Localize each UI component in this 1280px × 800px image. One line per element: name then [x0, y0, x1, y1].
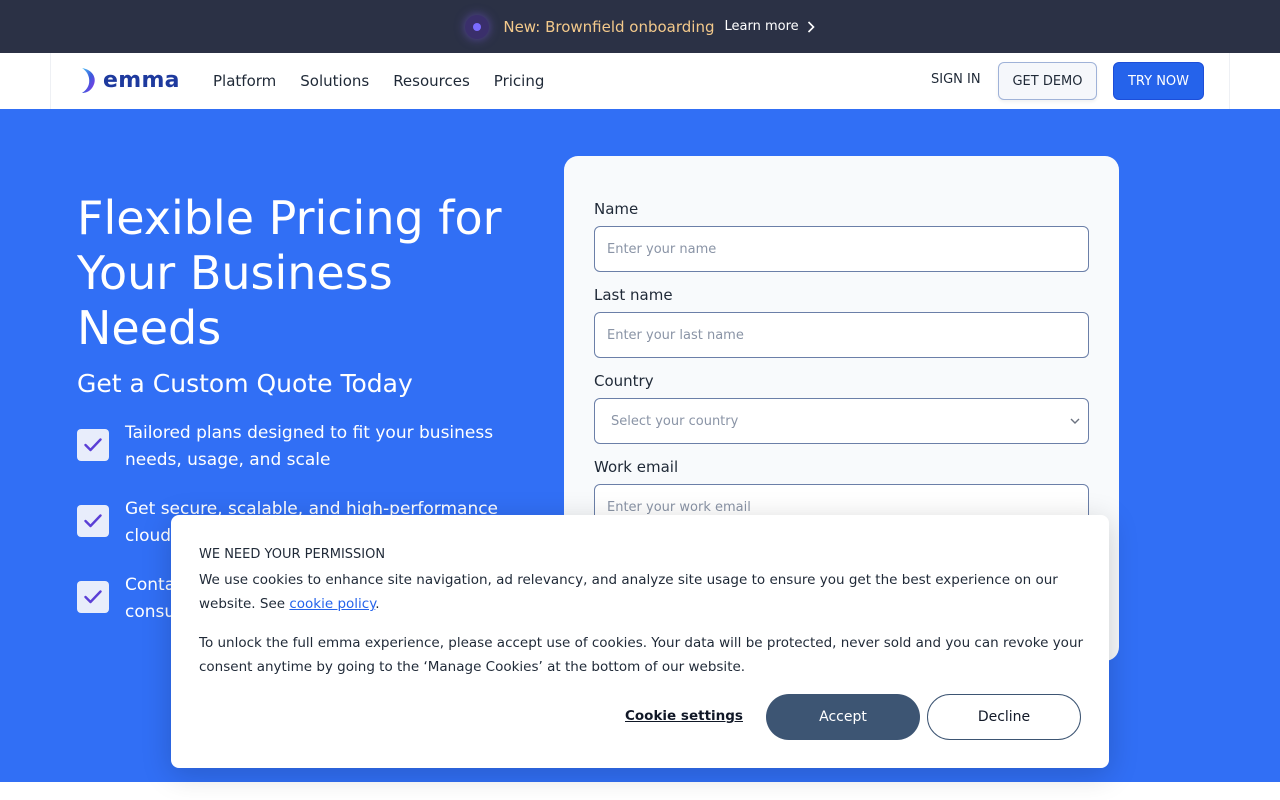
feature-item: Tailored plans designed to fit your busi…: [77, 420, 527, 480]
name-label: Name: [594, 200, 639, 218]
country-select[interactable]: Select your country: [594, 398, 1089, 444]
country-select-value: Select your country: [611, 413, 739, 429]
checkmark-icon: [77, 505, 109, 537]
last-name-field[interactable]: Enter your last name: [594, 312, 1089, 358]
chevron-right-icon: [807, 20, 815, 33]
work-email-label: Work email: [594, 458, 679, 476]
chevron-down-icon: [1070, 418, 1080, 424]
announcement-text: New: Brownfield onboarding: [503, 17, 715, 36]
cookie-description-end: .: [375, 596, 380, 612]
get-demo-button[interactable]: GET DEMO: [998, 62, 1097, 100]
learn-more-label: Learn more: [724, 19, 799, 34]
feature-text: Tailored plans designed to fit your busi…: [125, 423, 494, 470]
menu-item-solutions[interactable]: Solutions: [300, 72, 369, 90]
learn-more-link[interactable]: Learn more: [725, 19, 815, 34]
accept-button[interactable]: Accept: [766, 694, 920, 740]
logo-mark-icon: [82, 68, 95, 93]
sparkle-dot-icon: [465, 14, 490, 39]
top-navigation: emma Platform Solutions Resources Pricin…: [0, 53, 1280, 109]
decline-button[interactable]: Decline: [927, 694, 1081, 740]
cookie-consent-dialog: WE NEED YOUR PERMISSION We use cookies t…: [171, 515, 1109, 768]
sign-in-link[interactable]: SIGN IN: [931, 72, 981, 87]
cookie-heading: WE NEED YOUR PERMISSION: [199, 547, 386, 562]
nav-container: emma Platform Solutions Resources Pricin…: [50, 53, 1230, 109]
menu-item-platform[interactable]: Platform: [213, 72, 276, 90]
cookie-consent-text: To unlock the full emma experience, plea…: [199, 635, 1084, 675]
cookie-description: We use cookies to enhance site navigatio…: [199, 568, 1079, 616]
menu-item-pricing[interactable]: Pricing: [494, 72, 545, 90]
menu-item-resources[interactable]: Resources: [393, 72, 470, 90]
try-now-button[interactable]: TRY NOW: [1113, 62, 1204, 100]
main-menu: Platform Solutions Resources Pricing: [213, 53, 544, 109]
cookie-policy-link[interactable]: cookie policy: [289, 596, 375, 612]
cookie-settings-button[interactable]: Cookie settings: [625, 708, 743, 724]
checkmark-icon: [77, 429, 109, 461]
hero-subtitle: Get a Custom Quote Today: [77, 369, 413, 398]
checkmark-icon: [77, 581, 109, 613]
announcement-bar: New: Brownfield onboarding Learn more: [0, 0, 1280, 53]
last-name-label: Last name: [594, 286, 673, 304]
page-title: Flexible Pricing for Your Business Needs: [77, 191, 502, 355]
logo[interactable]: emma: [80, 66, 180, 94]
country-label: Country: [594, 372, 654, 390]
name-field[interactable]: Enter your name: [594, 226, 1089, 272]
logo-text: emma: [103, 67, 180, 93]
